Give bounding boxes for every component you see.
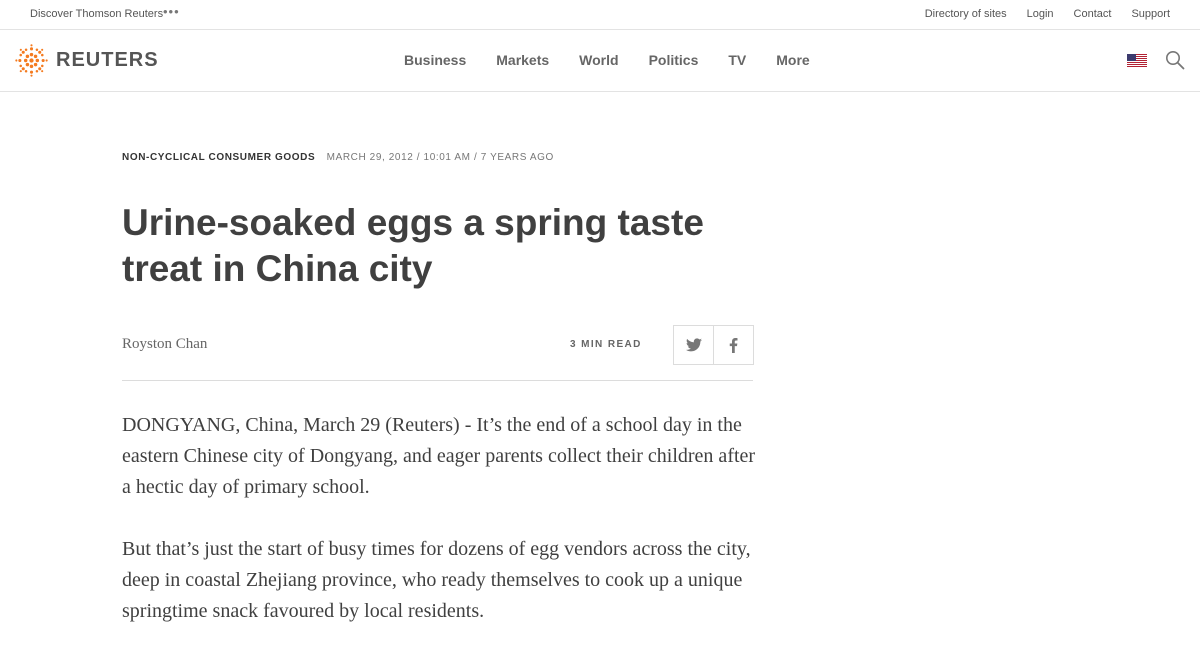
read-time: 3 MIN READ <box>570 339 642 350</box>
article-paragraph: DONGYANG, China, March 29 (Reuters) - It… <box>122 414 756 498</box>
more-dots-icon[interactable]: ••• <box>163 4 180 19</box>
twitter-icon <box>685 338 702 352</box>
directory-link[interactable]: Directory of sites <box>925 8 1007 20</box>
share-buttons <box>673 325 754 365</box>
nav-world[interactable]: World <box>579 52 618 68</box>
article-paragraph: But that’s just the start of busy times … <box>122 538 751 622</box>
byline-row: Royston Chan 3 MIN READ <box>122 325 754 381</box>
reuters-logo[interactable]: REUTERS <box>15 44 159 77</box>
reuters-logo-icon <box>15 44 48 77</box>
utility-links: Directory of sites Login Contact Support <box>925 8 1170 20</box>
utility-bar: Discover Thomson Reuters ••• Directory o… <box>0 0 1200 30</box>
article-timestamp: March 29, 2012 / 10:01 AM / 7 years ago <box>326 152 554 163</box>
search-icon[interactable] <box>1165 50 1185 70</box>
nav-business[interactable]: Business <box>404 52 466 68</box>
us-flag-icon[interactable] <box>1127 54 1147 67</box>
support-link[interactable]: Support <box>1131 8 1170 20</box>
discover-link[interactable]: Discover Thomson Reuters <box>30 8 163 20</box>
contact-link[interactable]: Contact <box>1074 8 1112 20</box>
twitter-share-button[interactable] <box>673 325 714 365</box>
main-header: REUTERS Business Markets World Politics … <box>0 30 1200 92</box>
nav-markets[interactable]: Markets <box>496 52 549 68</box>
logo-wordmark: REUTERS <box>56 49 159 71</box>
nav-more[interactable]: More <box>776 52 809 68</box>
nav-politics[interactable]: Politics <box>649 52 699 68</box>
article-kicker: Non-Cyclical Consumer Goods March 29, 20… <box>122 152 554 163</box>
author-name[interactable]: Royston Chan <box>122 336 207 353</box>
facebook-icon <box>729 337 738 353</box>
article-body: DONGYANG, China, March 29 (Reuters) - It… <box>122 410 762 658</box>
facebook-share-button[interactable] <box>714 325 754 365</box>
login-link[interactable]: Login <box>1027 8 1054 20</box>
nav-tv[interactable]: TV <box>728 52 746 68</box>
primary-nav: Business Markets World Politics TV More <box>404 52 810 68</box>
article-headline: Urine-soaked eggs a spring taste treat i… <box>122 202 704 289</box>
section-link[interactable]: Non-Cyclical Consumer Goods <box>122 152 315 163</box>
